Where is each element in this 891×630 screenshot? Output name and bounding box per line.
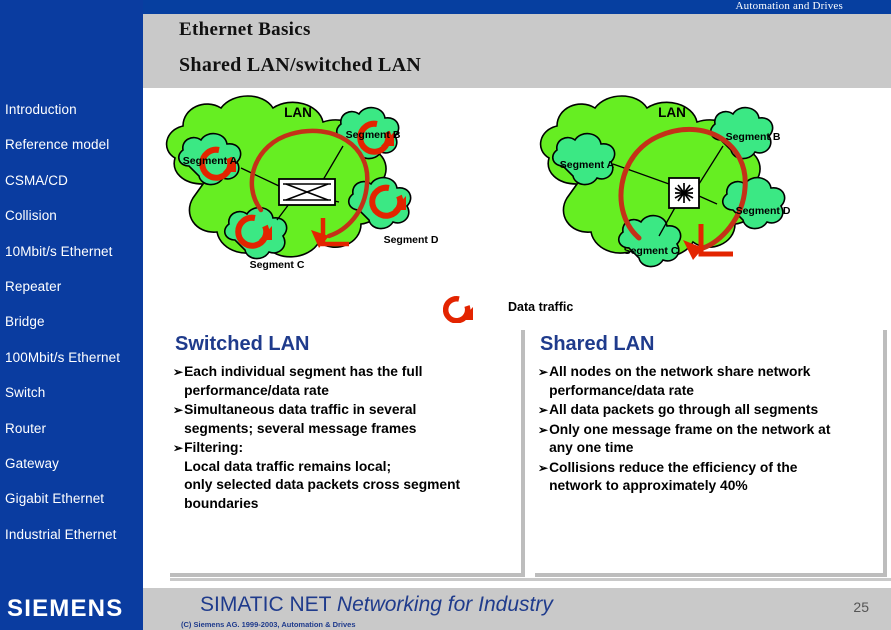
right-segment-d-label: Segment D — [736, 205, 791, 217]
shared-lan-heading: Shared LAN — [540, 333, 655, 355]
sidebar-item-csma-cd[interactable]: CSMA/CD — [0, 163, 143, 198]
list-item: ➢ Collisions reduce the efficiency of th… — [538, 459, 886, 496]
right-diagram-group: LAN Segment A Segment B Segment C Segmen… — [539, 95, 791, 268]
siemens-logo: SIEMENS — [7, 595, 124, 622]
right-lan-label: LAN — [658, 105, 686, 120]
sidebar-item-reference-model[interactable]: Reference model — [0, 127, 143, 162]
data-traffic-legend: Data traffic — [442, 295, 623, 324]
sidebar-item-switch[interactable]: Switch — [0, 375, 143, 410]
bullet-arrow-icon: ➢ — [173, 441, 184, 455]
bullet-arrow-icon: ➢ — [173, 365, 184, 379]
data-traffic-legend-label: Data traffic — [508, 300, 574, 314]
list-item: ➢ Simultaneous data traffic in several s… — [173, 401, 521, 438]
left-segment-d-label: Segment D — [384, 234, 439, 246]
shared-lan-column: Shared LAN ➢ All nodes on the network sh… — [535, 330, 887, 577]
left-segment-a-label: Segment A — [183, 155, 238, 167]
left-segment-c-label: Segment C — [250, 259, 305, 271]
left-diagram-group: LAN Segment A Segment B Segment C Segmen… — [165, 95, 439, 271]
sidebar-item-gigabit-ethernet[interactable]: Gigabit Ethernet — [0, 481, 143, 516]
automation-and-drives-label: Automation and Drives — [735, 0, 843, 12]
page-subtitle: Shared LAN/switched LAN — [179, 54, 422, 76]
list-item: ➢ All data packets go through all segmen… — [538, 401, 886, 420]
footer-title-regular: SIMATIC NET — [200, 593, 337, 616]
sidebar-item-10mbit-ethernet[interactable]: 10Mbit/s Ethernet — [0, 234, 143, 269]
hub-icon — [668, 177, 700, 209]
page-title: Ethernet Basics — [179, 19, 311, 40]
network-diagrams: LAN Segment A Segment B Segment C Segmen… — [143, 88, 891, 330]
footer-title: SIMATIC NET Networking for Industry — [200, 593, 553, 617]
bullet-arrow-icon: ➢ — [538, 460, 549, 475]
shared-lan-bullets: ➢ All nodes on the network share network… — [538, 363, 886, 497]
bullet-arrow-icon: ➢ — [173, 403, 184, 417]
sidebar-item-repeater[interactable]: Repeater — [0, 269, 143, 304]
sidebar-item-introduction[interactable]: Introduction — [0, 92, 143, 127]
list-item: ➢ Only one message frame on the network … — [538, 421, 886, 458]
switch-icon — [278, 178, 336, 206]
sidebar-item-gateway[interactable]: Gateway — [0, 446, 143, 481]
list-item: ➢ All nodes on the network share network… — [538, 363, 886, 400]
sidebar-item-100mbit-ethernet[interactable]: 100Mbit/s Ethernet — [0, 340, 143, 375]
sidebar-item-collision[interactable]: Collision — [0, 198, 143, 233]
footer-band: SIMATIC NET Networking for Industry (C) … — [143, 588, 891, 630]
bullet-arrow-icon: ➢ — [538, 365, 549, 379]
list-item: ➢ Each individual segment has the full p… — [173, 363, 521, 400]
right-segment-c-label: Segment C — [624, 245, 679, 257]
switched-lan-heading: Switched LAN — [175, 333, 310, 355]
list-item: ➢ Filtering: Local data traffic remains … — [173, 439, 521, 513]
footer-title-italic: Networking for Industry — [336, 593, 553, 616]
switched-lan-column: Switched LAN ➢ Each individual segment h… — [170, 330, 525, 577]
page-number: 25 — [853, 599, 869, 615]
footer-divider — [170, 578, 891, 581]
sidebar: Introduction Reference model CSMA/CD Col… — [0, 0, 143, 588]
switched-lan-bullets: ➢ Each individual segment has the full p… — [173, 363, 521, 514]
sidebar-nav-list: Introduction Reference model CSMA/CD Col… — [0, 92, 143, 552]
siemens-logo-block: SIEMENS — [0, 588, 143, 630]
sidebar-item-router[interactable]: Router — [0, 411, 143, 446]
title-band: Ethernet Basics Shared LAN/switched LAN — [143, 14, 891, 88]
left-lan-label: LAN — [284, 105, 312, 120]
sidebar-item-industrial-ethernet[interactable]: Industrial Ethernet — [0, 517, 143, 552]
sidebar-item-bridge[interactable]: Bridge — [0, 304, 143, 339]
bullet-arrow-icon: ➢ — [538, 403, 549, 417]
right-segment-a-label: Segment A — [560, 159, 615, 171]
right-segment-b-label: Segment B — [726, 131, 781, 143]
left-segment-b-label: Segment B — [346, 129, 401, 141]
bullet-arrow-icon: ➢ — [538, 422, 549, 437]
data-traffic-arrow-icon — [442, 295, 479, 328]
footer-copyright: (C) Siemens AG. 1999-2003, Automation & … — [181, 620, 356, 629]
